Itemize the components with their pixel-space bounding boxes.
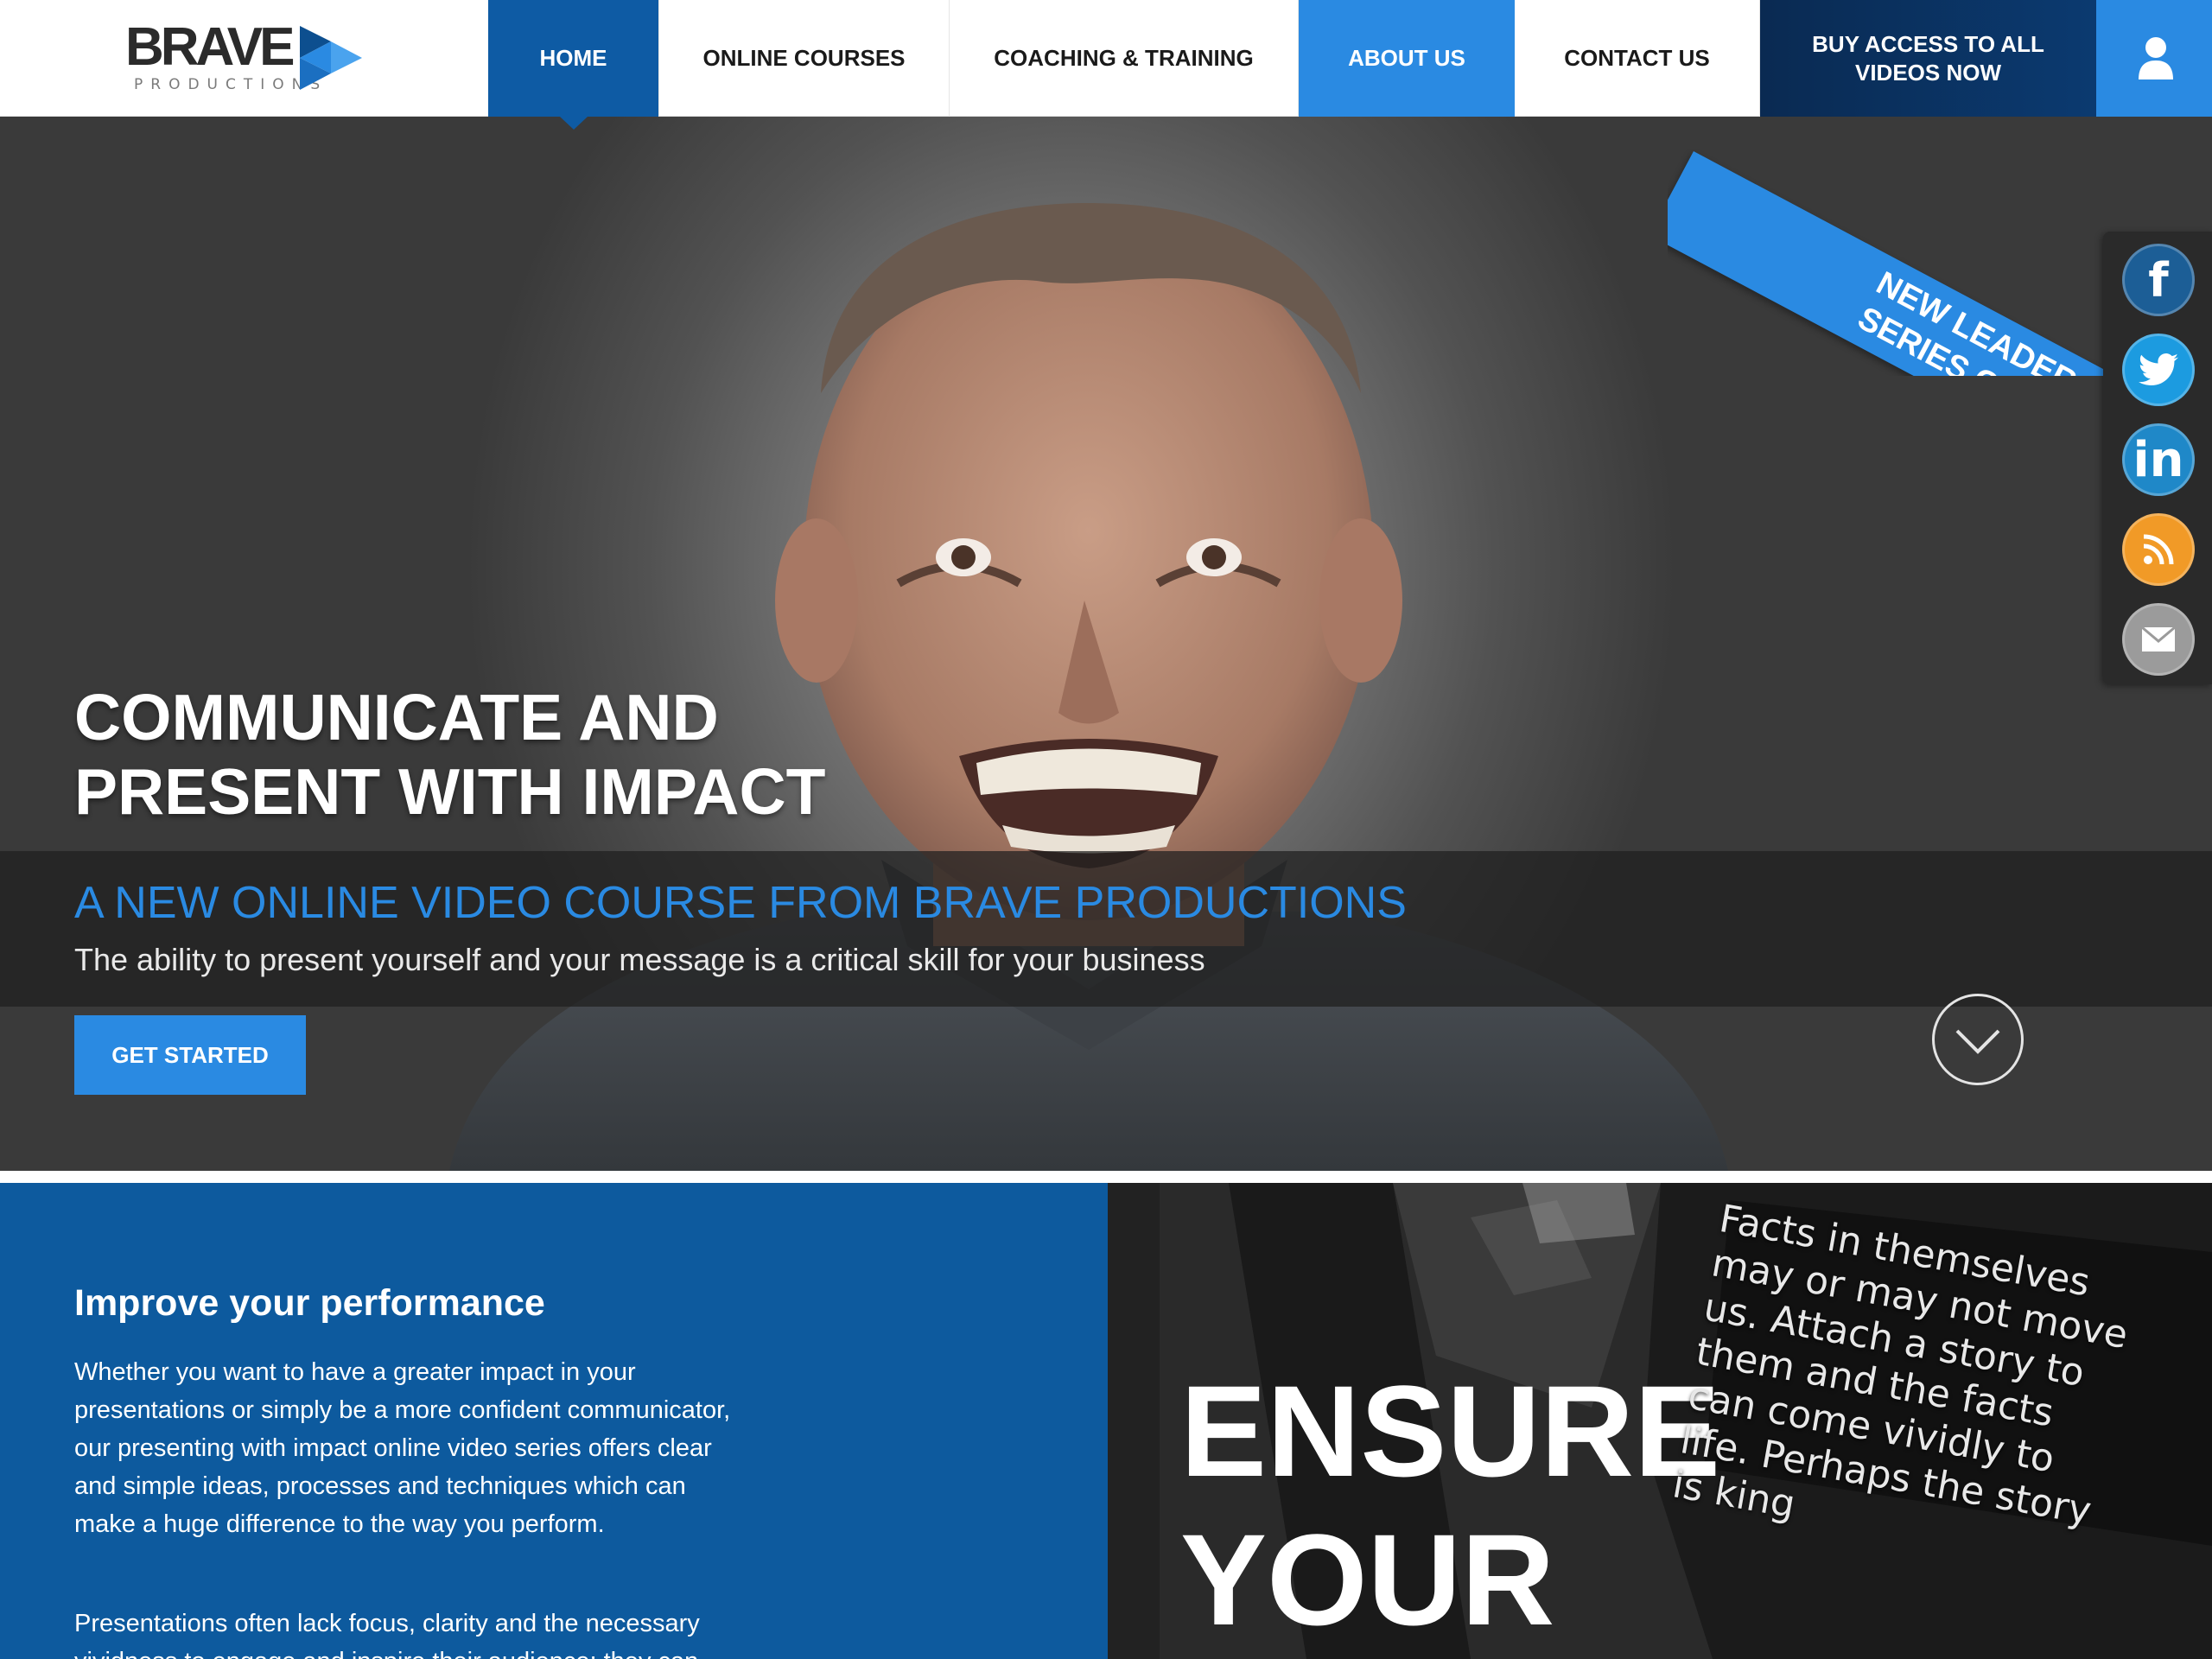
active-pointer: [560, 117, 588, 130]
nav-online-courses[interactable]: ONLINE COURSES: [659, 0, 950, 117]
chevron-down-icon: [1955, 1029, 2000, 1054]
nav-home[interactable]: HOME: [488, 0, 659, 130]
facebook-icon[interactable]: f: [2122, 244, 2195, 316]
nav-about-us[interactable]: ABOUT US: [1299, 0, 1515, 117]
account-button[interactable]: [2096, 0, 2212, 117]
buy-access-line1: BUY ACCESS TO ALL: [1812, 30, 2044, 57]
rss-icon[interactable]: [2122, 513, 2195, 586]
mail-icon[interactable]: [2122, 603, 2195, 676]
nav-contact-us-label: CONTACT US: [1564, 45, 1710, 71]
logo-wordmark: BRAVE: [125, 17, 295, 77]
hero-section: NEW LEADERSHIP SERIES COMING SOON COMMUN…: [0, 117, 2212, 1171]
hero-headline-line1: COMMUNICATE AND: [74, 681, 719, 753]
buy-access-line2: VIDEOS NOW: [1854, 59, 2001, 86]
performance-paragraph-1: Whether you want to have a greater impac…: [74, 1358, 731, 1538]
buy-access-button[interactable]: BUY ACCESS TO ALL VIDEOS NOW: [1760, 0, 2096, 117]
hero-subtitle: A NEW ONLINE VIDEO COURSE FROM BRAVE PRO…: [74, 878, 1407, 928]
nav-home-label: HOME: [539, 45, 607, 71]
performance-title: Improve your performance: [74, 1282, 545, 1324]
get-started-button[interactable]: GET STARTED: [74, 1015, 306, 1095]
twitter-icon[interactable]: [2122, 334, 2195, 406]
site-header: BRAVE PRODUCTIONS HOME ONLINE COURSES CO…: [0, 0, 2212, 130]
nav-about-us-label: ABOUT US: [1348, 45, 1465, 71]
hero-headline-line2: PRESENT WITH IMPACT: [74, 755, 826, 828]
performance-paragraph-2: Presentations often lack focus, clarity …: [74, 1610, 700, 1659]
hero-headline: COMMUNICATE AND PRESENT WITH IMPACT: [74, 680, 1025, 829]
ensure-line1: ENSURE: [1180, 1358, 1721, 1503]
ensure-line2: YOUR: [1180, 1507, 1555, 1652]
logo-tagline: PRODUCTIONS: [134, 76, 328, 93]
linkedin-icon[interactable]: in: [2122, 423, 2195, 496]
nav-online-courses-label: ONLINE COURSES: [702, 45, 906, 71]
hero-caption-band: [0, 851, 2212, 1007]
section-divider: [0, 1171, 2212, 1183]
scroll-down-button[interactable]: [1932, 994, 2024, 1085]
user-icon: [2138, 36, 2173, 79]
nav-coaching-training-label: COACHING & TRAINING: [994, 45, 1254, 71]
brave-productions-logo[interactable]: BRAVE PRODUCTIONS: [125, 21, 367, 97]
main-navigation: HOME ONLINE COURSES COACHING & TRAINING …: [488, 0, 2212, 130]
ensure-heading: ENSURE YOUR: [1180, 1357, 1720, 1654]
nav-contact-us[interactable]: CONTACT US: [1515, 0, 1760, 117]
social-share-bar: f in: [2103, 232, 2212, 684]
hero-description: The ability to present yourself and your…: [74, 942, 1205, 977]
nav-coaching-training[interactable]: COACHING & TRAINING: [950, 0, 1299, 117]
play-triangle-logo-icon: [300, 26, 362, 90]
